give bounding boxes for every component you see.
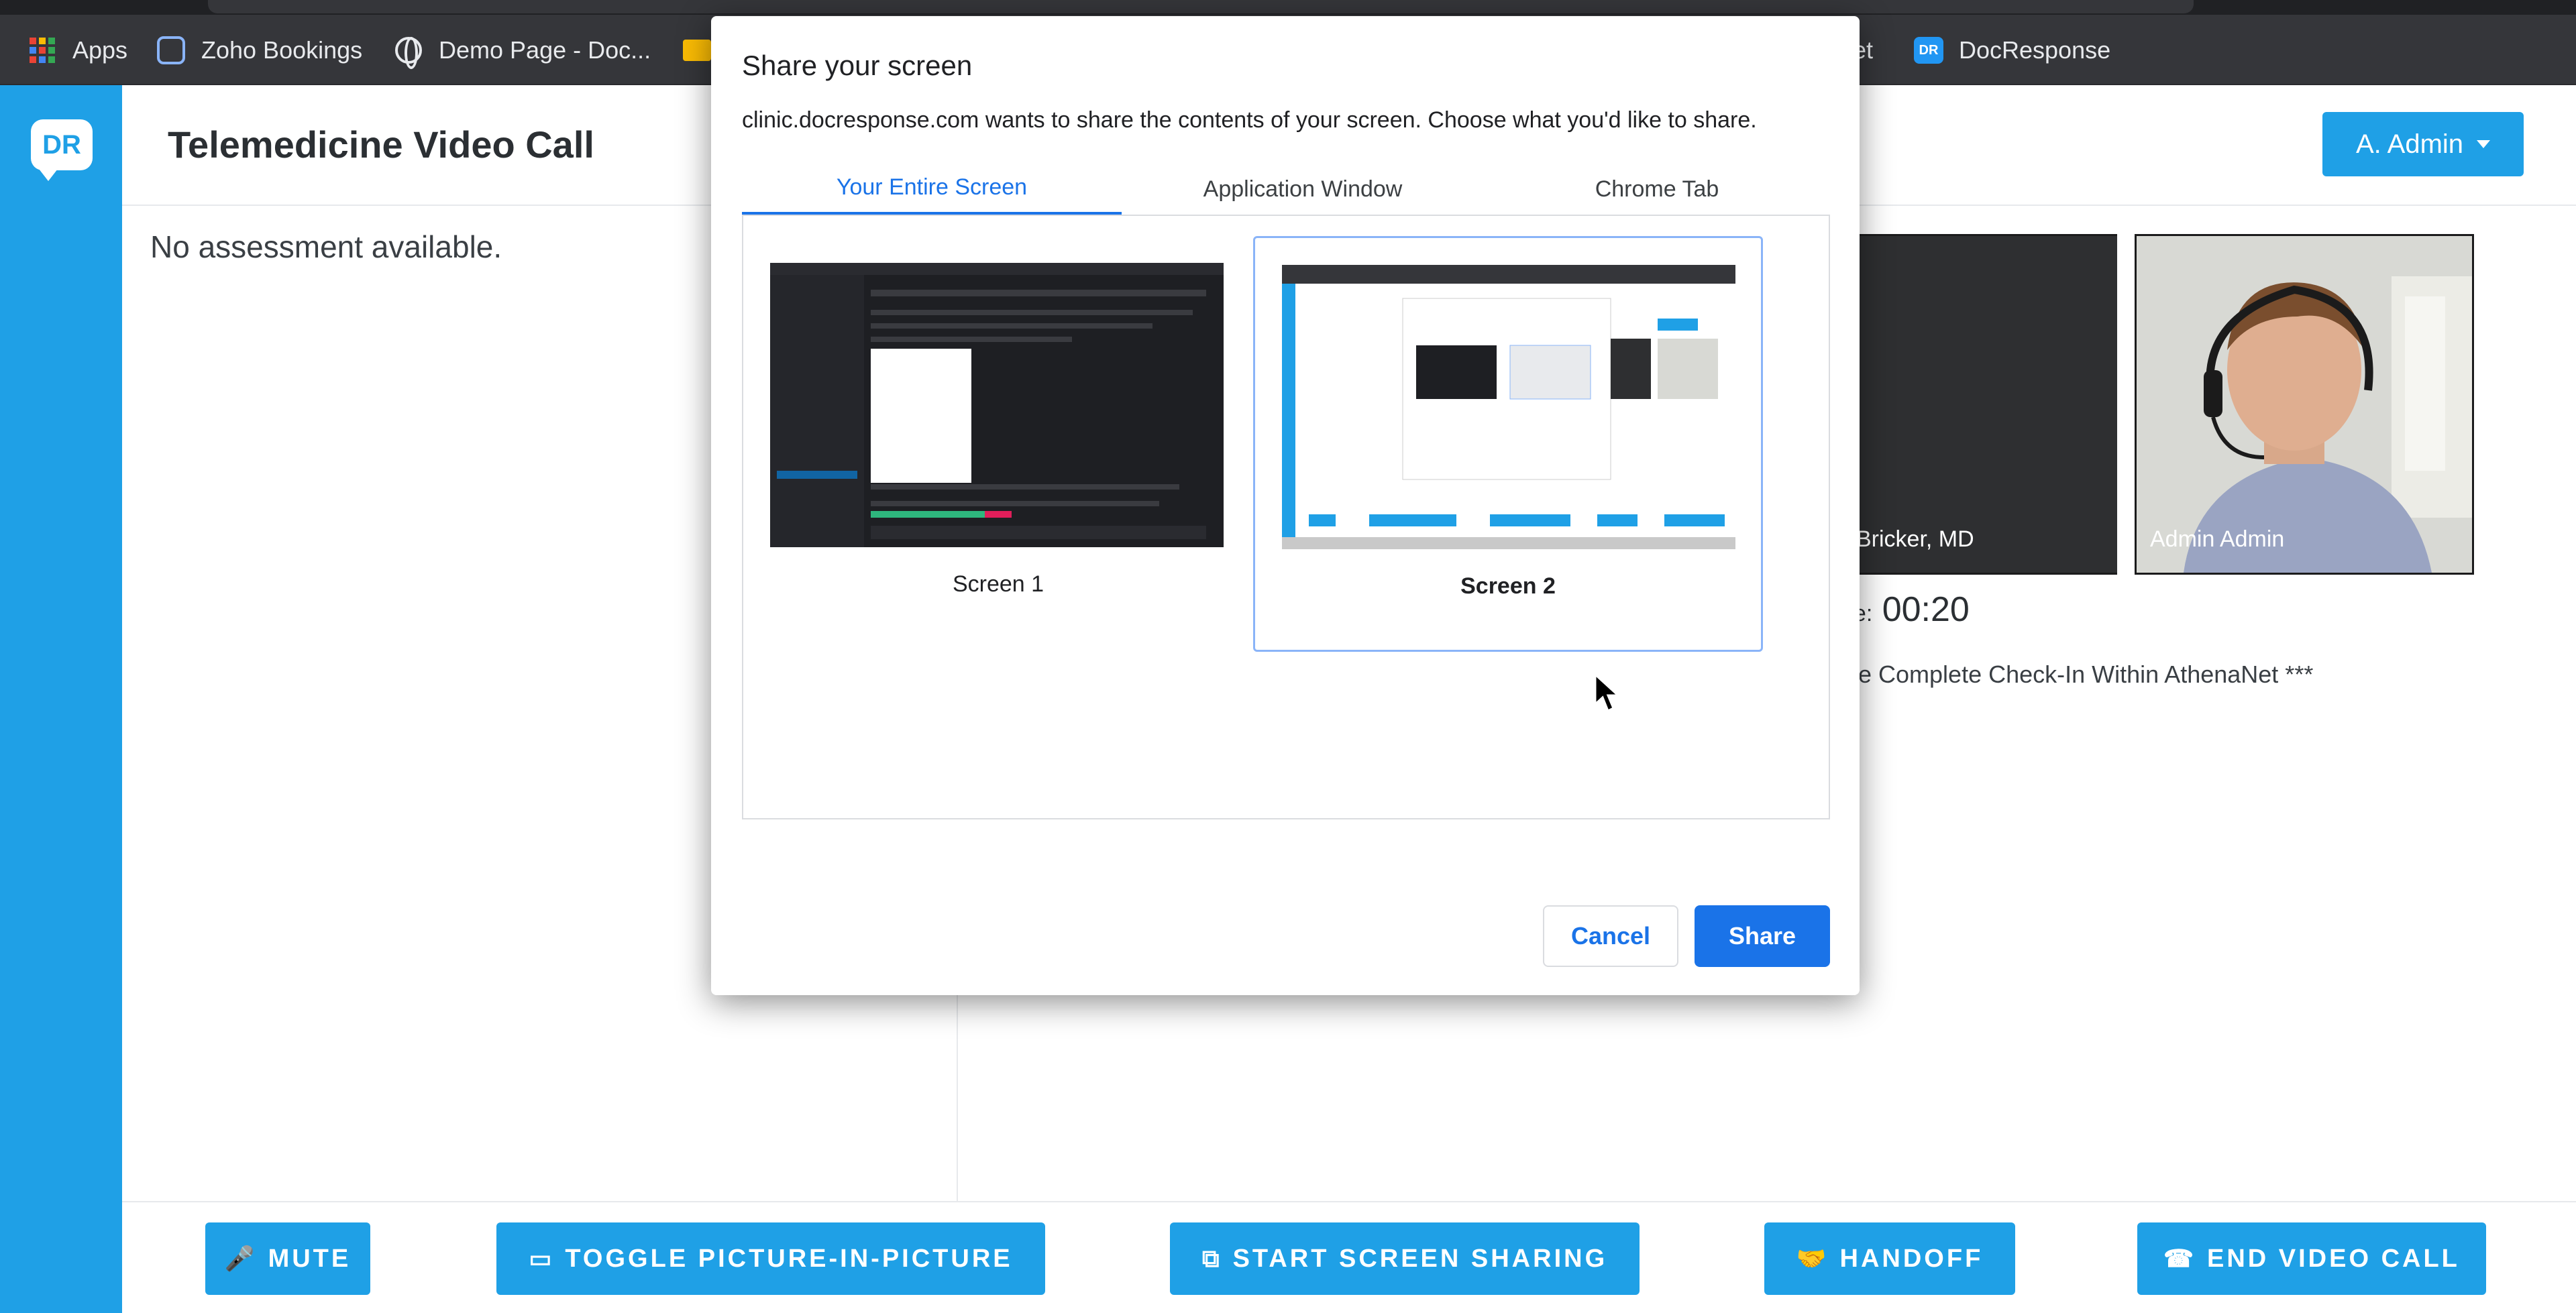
share-button[interactable]: Share	[1695, 905, 1830, 967]
call-timer-value: 00:20	[1882, 590, 1970, 629]
screen-2-preview	[1282, 265, 1735, 549]
folder-icon	[682, 35, 712, 66]
participant-name: Admin Admin	[2150, 526, 2285, 552]
dialog-description: clinic.docresponse.com wants to share th…	[742, 107, 1757, 133]
bookmark-label: Zoho Bookings	[201, 36, 363, 64]
screen-option-2[interactable]: Screen 2	[1253, 236, 1763, 652]
bookmark-demo-page[interactable]: Demo Page - Doc...	[393, 34, 651, 69]
tab-entire-screen[interactable]: Your Entire Screen	[742, 162, 1122, 216]
check-in-notice: se Complete Check-In Within AthenaNet **…	[1846, 661, 2314, 688]
start-screen-sharing-button[interactable]: ⧉ START SCREEN SHARING	[1170, 1222, 1640, 1295]
handshake-icon: 🤝	[1796, 1245, 1829, 1272]
user-menu-label: A. Admin	[2355, 129, 2464, 159]
zoho-icon	[156, 35, 186, 66]
globe-icon	[393, 35, 424, 69]
start-screen-sharing-button-label: START SCREEN SHARING	[1232, 1244, 1608, 1273]
mute-button-label: MUTE	[268, 1244, 352, 1273]
end-video-call-button[interactable]: ☎ END VIDEO CALL	[2137, 1222, 2486, 1295]
tab-chrome-tab[interactable]: Chrome Tab	[1484, 162, 1830, 216]
docresponse-icon: DR	[1913, 35, 1944, 66]
toggle-pip-button[interactable]: ▭ TOGGLE PICTURE-IN-PICTURE	[496, 1222, 1045, 1295]
screen-share-icon: ⧉	[1201, 1244, 1222, 1272]
mouse-pointer-icon	[1594, 673, 1621, 713]
share-screen-dialog: Share your screen clinic.docresponse.com…	[711, 16, 1860, 995]
docresponse-logo-icon[interactable]: DR	[31, 119, 93, 181]
screen-option-1[interactable]: Screen 1	[743, 236, 1253, 652]
bookmark-label: DocResponse	[1959, 36, 2111, 64]
screen-root: Apps Zoho Bookings Demo Page - Doc... et…	[0, 0, 2576, 1313]
handoff-button-label: HANDOFF	[1839, 1244, 1984, 1273]
side-rail: DR	[0, 85, 122, 1313]
browser-top-bar	[0, 0, 2576, 15]
address-bar[interactable]	[208, 0, 2194, 13]
assessment-text: No assessment available.	[150, 229, 502, 264]
bookmark-label: Demo Page - Doc...	[439, 36, 651, 64]
call-toolbar: 🎤 MUTE ▭ TOGGLE PICTURE-IN-PICTURE ⧉ STA…	[122, 1201, 2576, 1313]
page-title: Telemedicine Video Call	[168, 123, 594, 166]
toggle-pip-button-label: TOGGLE PICTURE-IN-PICTURE	[565, 1244, 1013, 1273]
screen-source-list: Screen 1 Screen 2	[742, 216, 1830, 819]
apps-grid-icon	[27, 35, 58, 66]
handoff-button[interactable]: 🤝 HANDOFF	[1764, 1222, 2015, 1295]
end-video-call-button-label: END VIDEO CALL	[2206, 1244, 2460, 1273]
screen-1-label: Screen 1	[952, 571, 1044, 597]
bookmark-apps[interactable]: Apps	[27, 34, 127, 67]
user-menu-button[interactable]: A. Admin	[2322, 112, 2524, 176]
caret-down-icon	[2477, 140, 2491, 148]
phone-icon: ☎	[2163, 1245, 2196, 1272]
cancel-button[interactable]: Cancel	[1543, 905, 1678, 967]
participant-name: Bricker, MD	[1856, 526, 1974, 552]
screen-2-thumbnail	[1282, 265, 1735, 549]
screen-2-label: Screen 2	[1460, 573, 1556, 599]
bookmark-docresponse[interactable]: DR DocResponse	[1913, 34, 2110, 67]
bookmark-label: Apps	[72, 36, 128, 64]
picture-in-picture-icon: ▭	[529, 1245, 555, 1272]
video-tile-provider[interactable]: Bricker, MD	[1841, 234, 2117, 575]
call-timer: ne: 00:20	[1841, 589, 1970, 630]
video-tile-admin[interactable]: Admin Admin	[2135, 234, 2474, 575]
tab-application-window[interactable]: Application Window	[1122, 162, 1484, 216]
screen-1-preview	[770, 263, 1224, 547]
bookmark-zoho-bookings[interactable]: Zoho Bookings	[156, 34, 362, 67]
microphone-icon: 🎤	[224, 1245, 258, 1272]
screen-1-thumbnail	[770, 263, 1224, 547]
participant-video-feed	[2137, 236, 2472, 573]
dialog-title: Share your screen	[742, 50, 973, 81]
mute-button[interactable]: 🎤 MUTE	[205, 1222, 370, 1295]
